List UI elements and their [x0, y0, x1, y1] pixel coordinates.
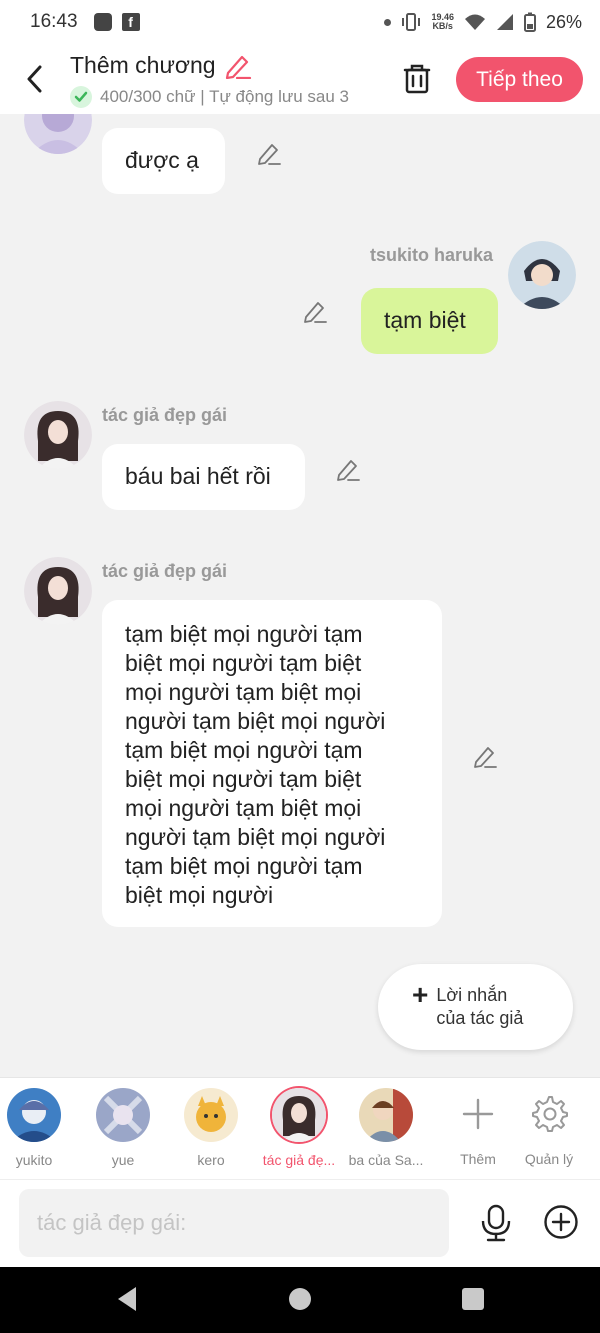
signal-icon [496, 14, 513, 30]
voice-input-button[interactable] [478, 1204, 514, 1242]
status-time: 16:43 [30, 11, 78, 32]
character-avatar [7, 1088, 61, 1142]
avatar[interactable] [24, 557, 92, 625]
message-line: tạm biệt mọi người tạm [125, 853, 363, 879]
nav-recents-icon[interactable] [462, 1288, 484, 1310]
character-avatar [272, 1088, 326, 1142]
manage-label: Quản lý [524, 1151, 574, 1167]
microphone-icon [481, 1204, 511, 1242]
edit-title-icon[interactable] [224, 53, 252, 79]
character-label: kero [197, 1152, 225, 1168]
character-kero[interactable]: kero [169, 1088, 253, 1168]
sender-name: tác giả đẹp gái [102, 405, 228, 425]
battery-percent: 26% [545, 11, 582, 32]
message-line: mọi người tạm biệt mọi [125, 679, 362, 705]
author-note-line1: Lời nhắn [436, 985, 508, 1005]
message-line: biệt mọi người tạm biệt [125, 650, 362, 676]
character-avatar [359, 1088, 413, 1142]
message-bubble[interactable]: được ạ [102, 128, 225, 194]
character-avatar [96, 1088, 150, 1142]
character-label: yue [111, 1152, 135, 1168]
character-label: ba của Sa... [348, 1152, 424, 1168]
character-label: tác giả đẹ... [262, 1152, 336, 1168]
check-icon [70, 86, 92, 108]
wifi-icon [464, 14, 485, 30]
plus-icon [462, 1098, 494, 1130]
gear-icon [532, 1096, 568, 1132]
chat-area[interactable]: được ạ tsukito haruka tạm biệt tác giả đ… [0, 114, 600, 1077]
character-yue[interactable]: yue [81, 1088, 165, 1168]
message-line: biệt mọi người [125, 882, 274, 908]
add-character-button[interactable]: Thêm [443, 1088, 513, 1167]
next-button[interactable]: Tiếp theo [456, 57, 583, 102]
message-text: báu bai hết rồi [125, 463, 271, 489]
avatar[interactable] [24, 401, 92, 469]
editor-header: Thêm chương 400/300 chữ | Tự động lưu sa… [0, 44, 600, 114]
net-speed: 19.46 KB/s [431, 12, 454, 31]
avatar[interactable] [24, 114, 92, 154]
edit-message-icon[interactable] [256, 140, 282, 166]
input-bar [0, 1179, 600, 1267]
plus-icon: + [412, 979, 429, 1010]
edit-message-icon[interactable] [335, 456, 361, 482]
nav-back-icon[interactable] [116, 1286, 138, 1312]
autosave-status: 400/300 chữ | Tự động lưu sau 3 [70, 86, 375, 108]
sender-name: tsukito haruka [370, 245, 494, 265]
plus-circle-icon [544, 1205, 578, 1239]
battery-icon [523, 12, 536, 32]
message-line: biệt mọi người tạm biệt [125, 766, 362, 792]
back-button[interactable] [20, 62, 48, 96]
character-ba-cua-sa[interactable]: ba của Sa... [344, 1088, 428, 1168]
message-input[interactable] [19, 1189, 449, 1257]
message-text: được ạ [125, 147, 199, 173]
status-bar: 16:43 f 19.46 KB/s 26% [0, 0, 600, 44]
character-yukito[interactable]: yukito [0, 1088, 76, 1168]
sender-name: tác giả đẹp gái [102, 561, 228, 581]
message-line: mọi người tạm biệt mọi [125, 795, 362, 821]
screenshot-icon [93, 13, 112, 31]
trash-icon [403, 64, 431, 94]
message-bubble[interactable]: báu bai hết rồi [102, 444, 305, 510]
chevron-left-icon [27, 65, 42, 93]
system-nav-bar [0, 1267, 600, 1333]
character-label: yukito [15, 1152, 53, 1168]
add-media-button[interactable] [543, 1204, 579, 1240]
message-line: người tạm biệt mọi người [125, 824, 386, 850]
edit-message-icon[interactable] [302, 298, 328, 324]
avatar[interactable] [508, 241, 576, 309]
character-avatar [184, 1088, 238, 1142]
delete-button[interactable] [400, 62, 434, 96]
nav-home-icon[interactable] [289, 1288, 311, 1310]
add-character-label: Thêm [460, 1151, 496, 1167]
edit-message-icon[interactable] [472, 743, 498, 769]
facebook-icon: f [121, 13, 140, 31]
manage-button[interactable]: Quản lý [514, 1088, 584, 1167]
message-line: người tạm biệt mọi người [125, 708, 386, 734]
message-bubble[interactable]: tạm biệt mọi người tạm biệt mọi người tạ… [102, 600, 442, 927]
chapter-title-text: Thêm chương [70, 52, 216, 78]
message-text: tạm biệt [384, 307, 466, 333]
author-note-button[interactable]: + Lời nhắn của tác giả [378, 964, 573, 1050]
message-line: tạm biệt mọi người tạm [125, 621, 363, 647]
vibrate-icon [402, 13, 421, 31]
word-count-text: 400/300 chữ | Tự động lưu sau 3 [100, 87, 350, 106]
message-line: tạm biệt mọi người tạm [125, 737, 363, 763]
character-bar: yukito yue kero tác giả đẹ... ba của Sa.… [0, 1077, 600, 1179]
character-tac-gia[interactable]: tác giả đẹ... [257, 1088, 341, 1168]
message-bubble[interactable]: tạm biệt [361, 288, 498, 354]
dot-icon [384, 18, 392, 26]
author-note-line2: của tác giả [436, 1008, 524, 1028]
chapter-title[interactable]: Thêm chương [70, 52, 252, 79]
